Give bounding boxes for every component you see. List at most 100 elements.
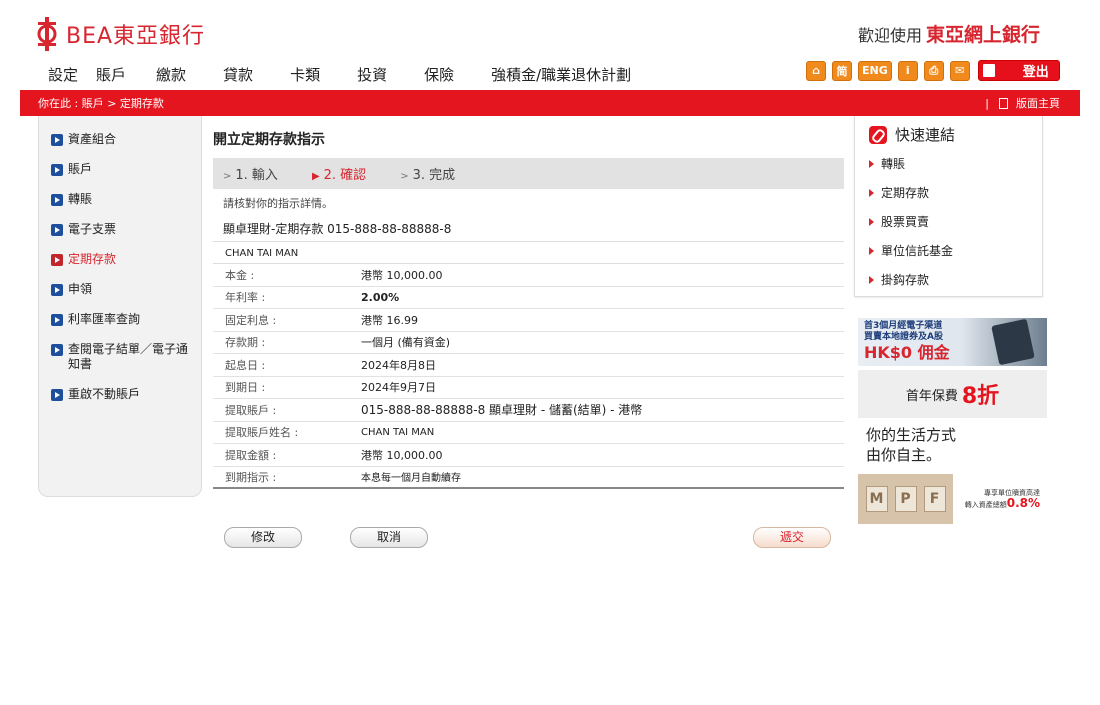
- row-label: 存款期 :: [225, 336, 266, 350]
- quick-links-title: 快速連結: [869, 124, 1042, 145]
- nav-cards[interactable]: 卡類: [290, 64, 320, 85]
- sitemap-icon: [999, 97, 1008, 109]
- info-icon[interactable]: i: [897, 60, 918, 81]
- link-icon: [869, 125, 887, 144]
- home-icon[interactable]: ⌂: [806, 60, 826, 81]
- detail-row-debit-name: 提取賬戶姓名 : CHAN TAI MAN: [213, 422, 844, 444]
- sidebar-item-echeque[interactable]: 電子支票: [39, 222, 201, 237]
- detail-row-interest: 固定利息 : 港幣 16.99: [213, 309, 844, 332]
- bea-logo[interactable]: BEA東亞銀行: [36, 16, 205, 52]
- promo-text-line: 轉入資產總額0.8%: [956, 497, 1040, 510]
- sidebar-item-estatements[interactable]: 查閱電子結單／電子通知書: [39, 342, 201, 372]
- detail-row-principal: 本金 : 港幣 10,000.00: [213, 264, 844, 287]
- row-value: 港幣 16.99: [361, 313, 418, 327]
- arrow-icon: [51, 254, 63, 266]
- nav-payments[interactable]: 繳款: [156, 64, 186, 85]
- promo-text: 由你自主。: [866, 446, 942, 464]
- row-label: 到期日 :: [225, 381, 266, 395]
- quick-link-linked-deposit[interactable]: 掛鈎存款: [869, 271, 1042, 288]
- detail-row-debit-account: 提取賬戶 : 015-888-88-88888-8 顯卓理財 - 儲蓄(結單) -…: [213, 399, 844, 422]
- step-arrow-icon: ▶: [311, 171, 320, 182]
- print-icon[interactable]: ⎙: [923, 60, 944, 81]
- quick-links-label: 快速連結: [895, 126, 956, 144]
- sidebar-item-portfolio[interactable]: 資產組合: [39, 132, 201, 147]
- quick-link-time-deposit[interactable]: 定期存款: [869, 184, 1042, 201]
- sidebar-item-label: 轉賬: [68, 192, 93, 206]
- row-label: 年利率 :: [225, 291, 266, 305]
- quick-link-label: 轉賬: [881, 157, 906, 171]
- detail-row-debit-amount: 提取金額 : 港幣 10,000.00: [213, 444, 844, 467]
- promo-insurance-banner[interactable]: 首年保費 8折: [858, 370, 1047, 418]
- arrow-icon: [869, 188, 874, 197]
- step-complete: >3. 完成: [400, 164, 455, 183]
- promo-securities-banner[interactable]: 首3個月經電子渠道 買賣本地證券及A股 HK$0 佣金: [858, 318, 1047, 366]
- row-label: 到期指示 :: [225, 470, 277, 484]
- arrow-icon: [869, 217, 874, 226]
- arrow-icon: [51, 314, 63, 326]
- page-title: 開立定期存款指示: [213, 132, 325, 148]
- mail-icon[interactable]: ✉: [949, 60, 970, 81]
- english-button[interactable]: ENG: [858, 60, 892, 81]
- sidebar-item-reactivate[interactable]: 重啟不動賬戶: [39, 387, 201, 402]
- detail-row-maturity-date: 到期日 : 2024年9月7日: [213, 377, 844, 399]
- sidebar-item-label: 查閱電子結單／電子通知書: [68, 342, 189, 371]
- logout-label: 登出: [1022, 65, 1049, 80]
- sidebar: 資產組合 賬戶 轉賬 電子支票 定期存款 申領 利率匯率查詢 查閱電子結單／電子…: [38, 116, 202, 497]
- row-value: 015-888-88-88888-8 顯卓理財 - 儲蓄(結單) - 港幣: [361, 403, 643, 418]
- sidebar-item-accounts[interactable]: 賬戶: [39, 162, 201, 177]
- sidebar-item-claims[interactable]: 申領: [39, 282, 201, 297]
- row-value: 本息每一個月自動續存: [361, 473, 461, 485]
- sitemap-label: 版面主頁: [1016, 97, 1060, 110]
- arrow-icon: [869, 159, 874, 168]
- toolbar: ⌂ 简 ENG i ⎙ ✉ 登出: [806, 60, 1066, 81]
- row-value: 港幣 10,000.00: [361, 448, 443, 462]
- promo-text: 你的生活方式: [866, 426, 957, 444]
- sidebar-item-transfer[interactable]: 轉賬: [39, 192, 201, 207]
- promo-text: 專享單位贖資高達 轉入資產總額0.8%: [956, 488, 1040, 510]
- modify-button[interactable]: 修改: [224, 527, 302, 548]
- arrow-icon: [51, 134, 63, 146]
- arrow-icon: [51, 344, 63, 356]
- deposit-account: 顯卓理財-定期存款 015-888-88-88888-8: [213, 210, 844, 242]
- sidebar-item-time-deposit[interactable]: 定期存款: [39, 252, 201, 267]
- row-label: 提取金額 :: [225, 448, 277, 462]
- quick-link-label: 單位信託基金: [881, 244, 954, 258]
- step-label: 2. 確認: [323, 168, 367, 183]
- quick-link-unit-trust[interactable]: 單位信託基金: [869, 242, 1042, 259]
- row-value: 2024年8月8日: [361, 358, 436, 372]
- row-label: 起息日 :: [225, 358, 266, 372]
- sidebar-item-label: 定期存款: [68, 252, 117, 266]
- row-value: CHAN TAI MAN: [361, 426, 435, 438]
- quick-link-label: 定期存款: [881, 186, 930, 200]
- promo-mpf-banner[interactable]: M P F 專享單位贖資高達 轉入資產總額0.8%: [858, 474, 1047, 524]
- account-holder: CHAN TAI MAN: [213, 242, 844, 264]
- divider: |: [985, 96, 989, 110]
- arrow-icon: [51, 224, 63, 236]
- sitemap-link[interactable]: | 版面主頁: [985, 95, 1060, 111]
- nav-accounts[interactable]: 賬戶: [96, 64, 126, 85]
- arrow-icon: [51, 194, 63, 206]
- quick-links-panel: 快速連結 轉賬 定期存款 股票買賣 單位信託基金 掛鈎存款: [854, 116, 1043, 297]
- step-confirm: ▶ 2. 確認: [312, 164, 366, 183]
- nav-loans[interactable]: 貸款: [223, 64, 253, 85]
- submit-button[interactable]: 遞交: [753, 527, 831, 548]
- nav-insurance[interactable]: 保險: [424, 64, 454, 85]
- row-label: 提取賬戶姓名 :: [225, 426, 299, 440]
- row-value: 2.00%: [361, 290, 400, 304]
- promo-text-part: 轉入資產總額: [964, 501, 1007, 509]
- mpf-letter: P: [894, 486, 917, 512]
- nav-mpf[interactable]: 強積金/職業退休計劃: [491, 64, 631, 85]
- nav-settings[interactable]: 設定: [48, 64, 78, 85]
- step-arrow-icon: >: [223, 171, 232, 182]
- quick-link-transfer[interactable]: 轉賬: [869, 155, 1042, 172]
- welcome-brand: 東亞網上銀行: [925, 24, 1040, 46]
- sidebar-item-rates[interactable]: 利率匯率查詢: [39, 312, 201, 327]
- promo-lifestyle-text[interactable]: 你的生活方式 由你自主。: [866, 425, 956, 465]
- cancel-button[interactable]: 取消: [350, 527, 428, 548]
- quick-link-stock-trading[interactable]: 股票買賣: [869, 213, 1042, 230]
- sidebar-item-label: 利率匯率查詢: [68, 312, 141, 326]
- nav-investment[interactable]: 投資: [357, 64, 387, 85]
- logout-button[interactable]: 登出: [977, 60, 1060, 81]
- simplified-chinese-button[interactable]: 简: [832, 60, 852, 81]
- arrow-icon: [51, 164, 63, 176]
